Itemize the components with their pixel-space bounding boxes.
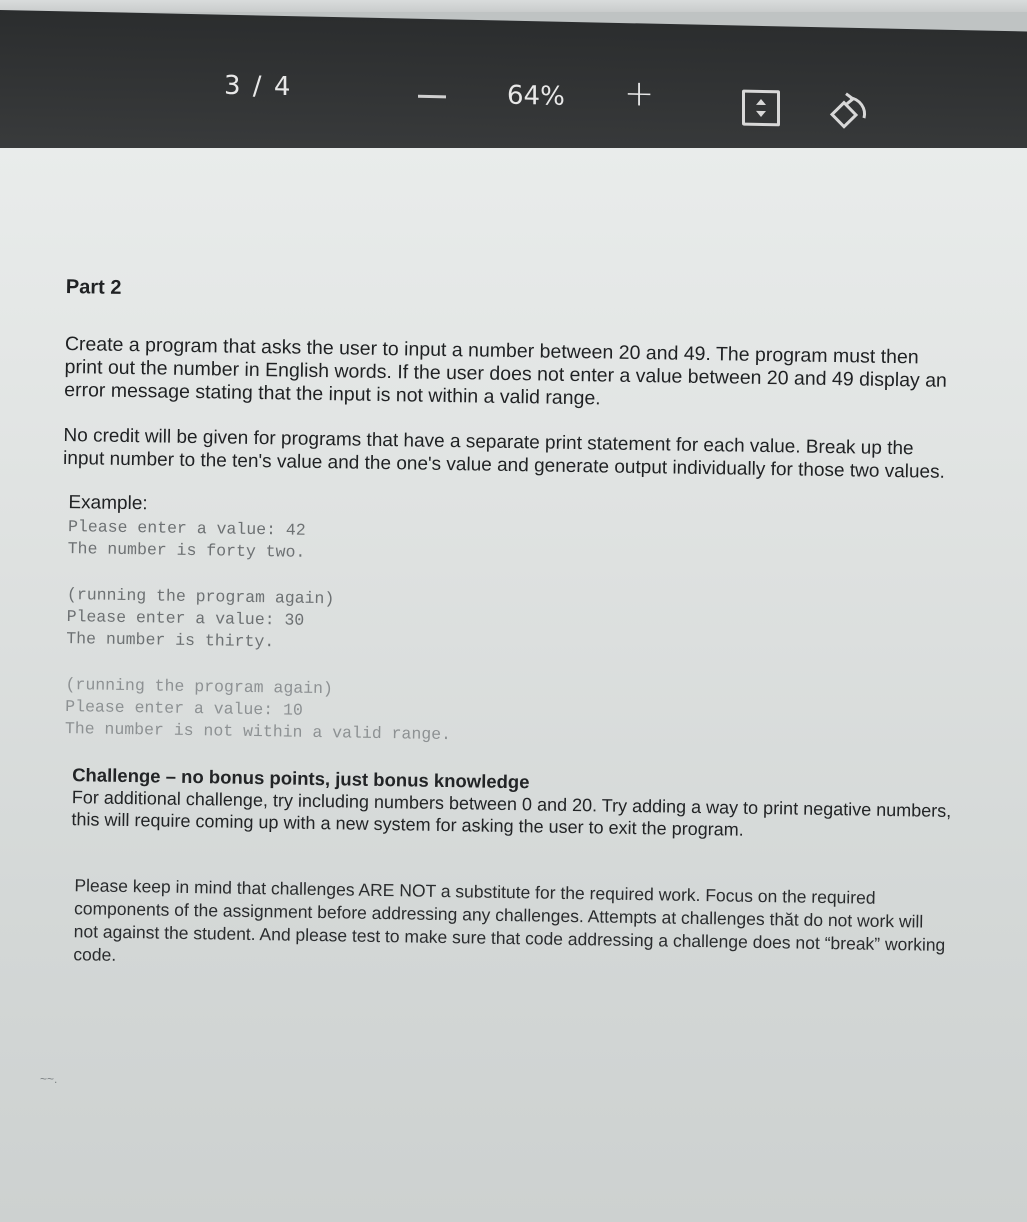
note-paragraph: Please keep in mind that challenges ARE …: [73, 875, 946, 965]
stray-mark: ~~.: [40, 1072, 58, 1086]
arrow-down-icon: [756, 110, 766, 118]
plus-icon[interactable]: +: [624, 73, 654, 115]
document-content: Part 2 Create a program that asks the us…: [55, 276, 961, 980]
document-page: Part 2 Create a program that asks the us…: [0, 148, 1027, 1222]
challenge-section: Challenge – no bonus points, just bonus …: [71, 764, 953, 844]
screen-top-edge: [0, 0, 1027, 12]
requirement-paragraph: No credit will be given for programs tha…: [62, 424, 946, 483]
example-run-3: (running the program again) Please enter…: [65, 674, 955, 754]
page-indicator[interactable]: 3 / 4: [224, 71, 292, 102]
zoom-level: 64%: [507, 80, 565, 112]
arrow-up-icon: [756, 98, 766, 106]
example-block: Example: Please enter a value: 42 The nu…: [65, 492, 958, 754]
instruction-paragraph: Create a program that asks the user to i…: [64, 332, 948, 410]
minus-icon[interactable]: [418, 94, 446, 99]
fit-to-page-icon[interactable]: [742, 89, 780, 127]
section-heading: Part 2: [65, 276, 122, 299]
example-run-2: (running the program again) Please enter…: [66, 584, 956, 664]
rotate-icon[interactable]: [820, 91, 870, 138]
